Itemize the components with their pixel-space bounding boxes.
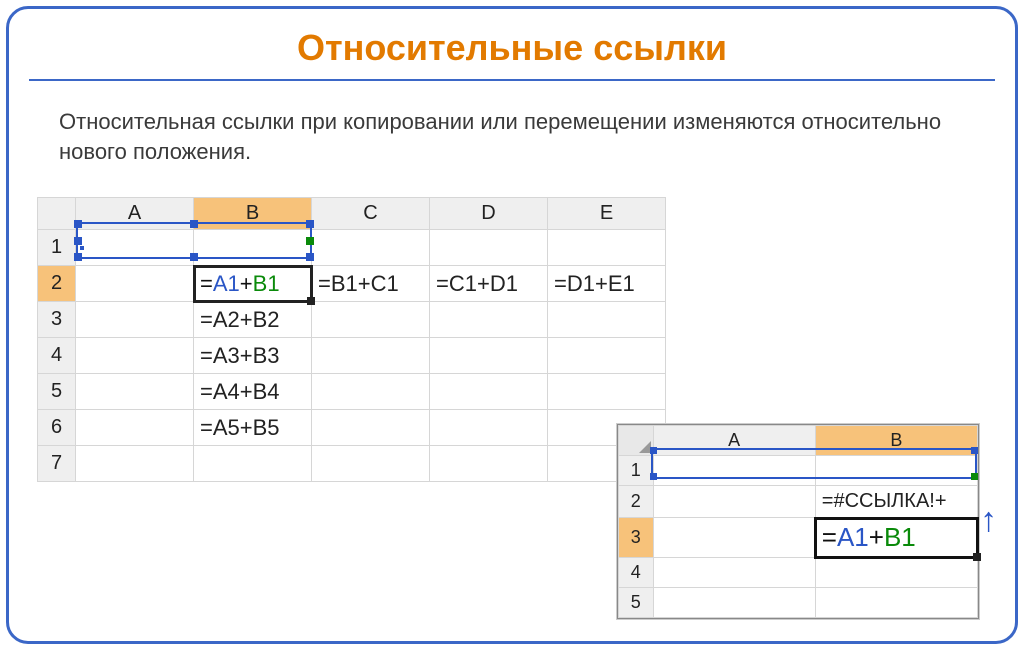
range-handle-icon[interactable] [190,220,198,228]
s2-range-overlay [651,448,977,479]
b2-plus: + [240,271,253,296]
range-handle-green-icon[interactable] [971,473,978,480]
cell-E3[interactable] [548,302,666,338]
cell-C1[interactable] [312,230,430,266]
cell-E2[interactable]: =D1+E1 [548,266,666,302]
cell-B2[interactable]: =A1+B1 [194,266,312,302]
cell-C7[interactable] [312,446,430,482]
range-handle-icon[interactable] [74,237,82,245]
s2-cell-B4[interactable] [815,558,977,588]
cell-D1[interactable] [430,230,548,266]
source-range-overlay [76,222,312,259]
b2-eq: = [200,271,213,296]
sheet1-row-4[interactable]: 4 [38,338,76,374]
b2-a: A1 [213,271,240,296]
s2-cell-B5[interactable] [815,588,977,618]
cell-B4[interactable]: =A3+B3 [194,338,312,374]
range-handle-green-icon[interactable] [306,237,314,245]
cell-E4[interactable] [548,338,666,374]
sheet2-row-5[interactable]: 5 [619,588,654,618]
cell-D3[interactable] [430,302,548,338]
sheet1-col-D[interactable]: D [430,198,548,230]
cell-D6[interactable] [430,410,548,446]
range-handle-icon[interactable] [650,447,657,454]
spreadsheet-small: A B 1 2 =#ССЫЛКА!+ 3 =A1+B1 [617,424,979,619]
page-title: Относительные ссылки [9,27,1015,69]
sheet1-row-1[interactable]: 1 [38,230,76,266]
fill-handle-icon[interactable] [973,553,981,561]
sheet1-corner[interactable] [38,198,76,230]
cell-C4[interactable] [312,338,430,374]
cell-E1[interactable] [548,230,666,266]
b2-b: B1 [253,271,280,296]
cell-B5[interactable]: =A4+B4 [194,374,312,410]
cell-A6[interactable] [76,410,194,446]
title-underline [29,79,995,81]
cell-C2[interactable]: =B1+C1 [312,266,430,302]
sheet1-row-5[interactable]: 5 [38,374,76,410]
cell-A7[interactable] [76,446,194,482]
cell-A2[interactable] [76,266,194,302]
range-handle-icon[interactable] [74,220,82,228]
sheet2-row-3[interactable]: 3 [619,518,654,558]
s2-cell-A2[interactable] [653,486,815,518]
cell-D2[interactable]: =C1+D1 [430,266,548,302]
cell-D7[interactable] [430,446,548,482]
sheet1-row-2[interactable]: 2 [38,266,76,302]
sheet2-corner[interactable] [619,426,654,456]
range-handle-icon[interactable] [74,253,82,261]
cell-A5[interactable] [76,374,194,410]
cell-C5[interactable] [312,374,430,410]
s2-cell-A5[interactable] [653,588,815,618]
description-text: Относительная ссылки при копировании или… [59,107,965,166]
cell-C3[interactable] [312,302,430,338]
spreadsheet-main: A B C D E 1 2 =A1+ [37,197,687,482]
range-handle-icon[interactable] [971,447,978,454]
sheet2-row-4[interactable]: 4 [619,558,654,588]
s2-b3-b: B1 [884,522,916,552]
cell-D5[interactable] [430,374,548,410]
sheet1-row-7[interactable]: 7 [38,446,76,482]
cell-D4[interactable] [430,338,548,374]
slide-frame: Относительные ссылки Относительная ссылк… [6,6,1018,644]
cell-B6[interactable]: =A5+B5 [194,410,312,446]
cell-C6[interactable] [312,410,430,446]
cell-E5[interactable] [548,374,666,410]
range-handle-icon[interactable] [306,253,314,261]
s2-cell-A4[interactable] [653,558,815,588]
cell-B3[interactable]: =A2+B2 [194,302,312,338]
s2-b3-plus: + [869,522,884,552]
s2-b3-a: A1 [837,522,869,552]
cell-A4[interactable] [76,338,194,374]
range-handle-icon[interactable] [190,253,198,261]
cell-B7[interactable] [194,446,312,482]
sheet1-col-C[interactable]: C [312,198,430,230]
cell-A3[interactable] [76,302,194,338]
sheet2-row-2[interactable]: 2 [619,486,654,518]
s2-cell-B2[interactable]: =#ССЫЛКА!+ [815,486,977,518]
sheet2-row-1[interactable]: 1 [619,456,654,486]
s2-cell-A3[interactable] [653,518,815,558]
sheet1-row-6[interactable]: 6 [38,410,76,446]
range-handle-icon[interactable] [650,473,657,480]
arrow-up-icon: ↑ [980,503,997,537]
fill-handle-icon[interactable] [307,297,315,305]
sheet1-col-E[interactable]: E [548,198,666,230]
sheet1-row-3[interactable]: 3 [38,302,76,338]
range-handle-icon[interactable] [306,220,314,228]
s2-cell-B3[interactable]: =A1+B1 [815,518,977,558]
s2-b3-eq: = [822,522,837,552]
